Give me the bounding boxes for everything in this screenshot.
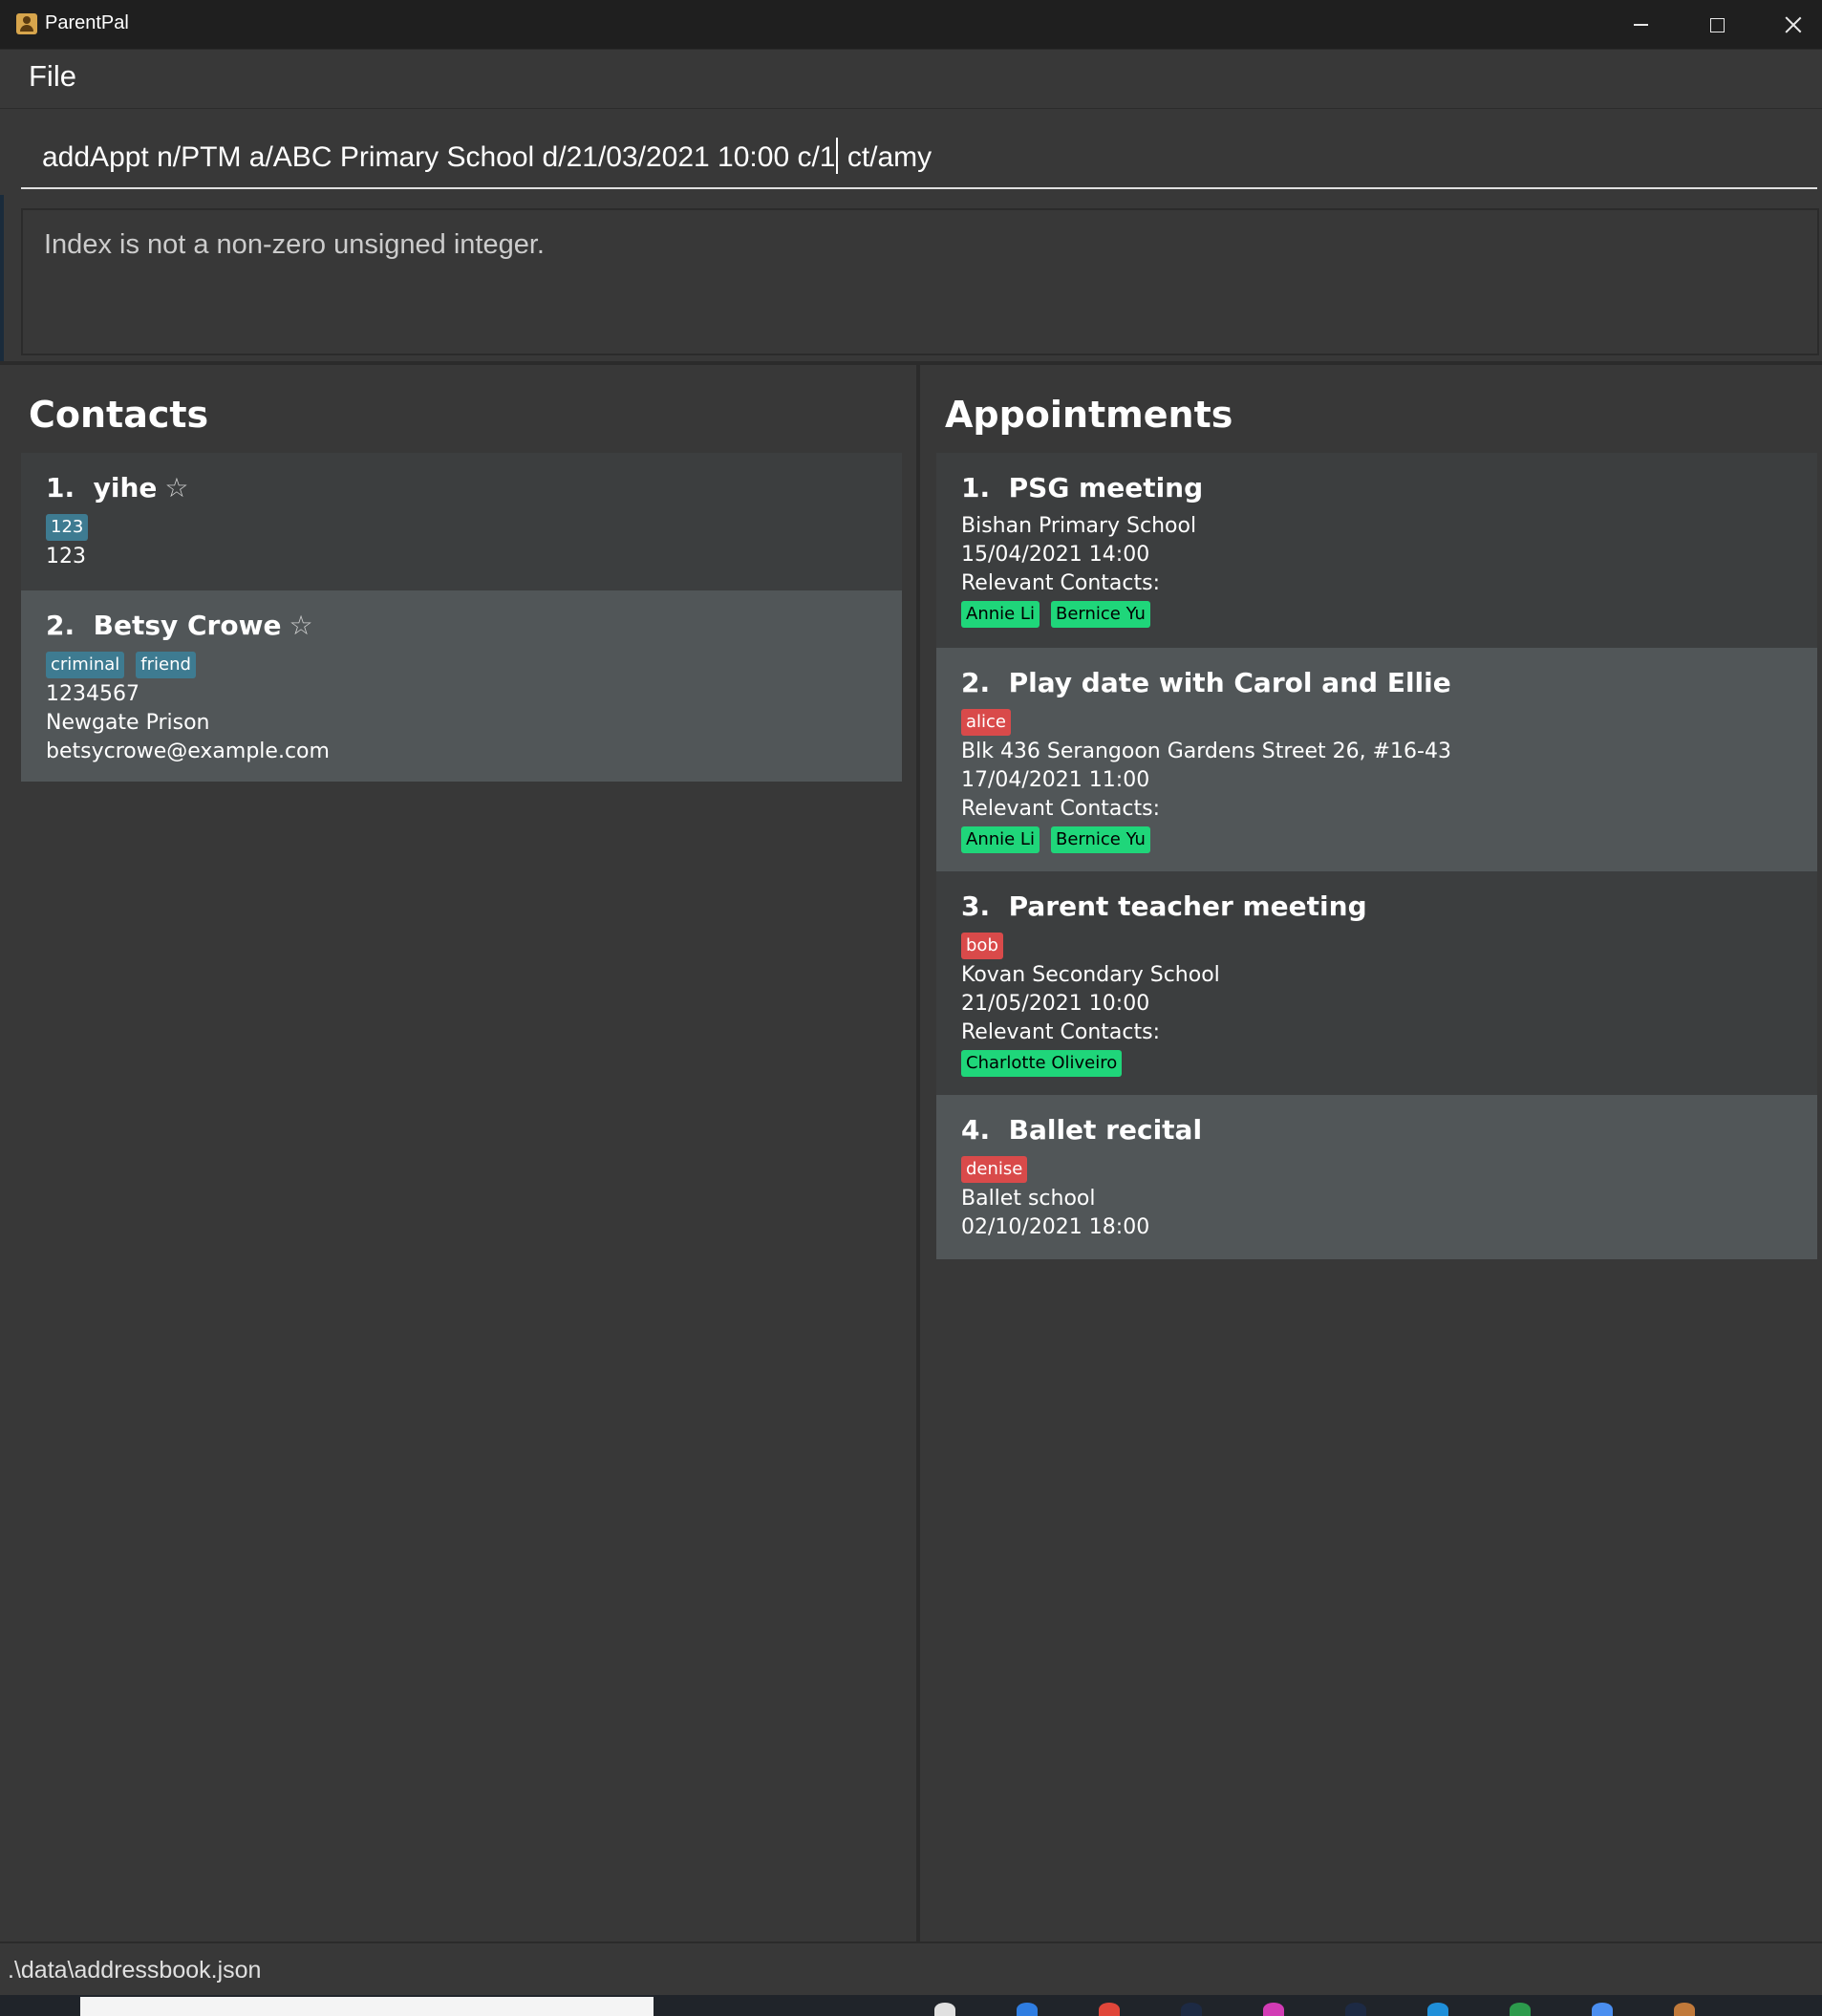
contact-tags: 123 [46, 514, 89, 541]
appointment-name: 1. PSG meeting [961, 472, 1203, 504]
tag: alice [961, 709, 1012, 736]
window-title: ParentPal [45, 12, 129, 33]
taskbar-app-icon[interactable] [1674, 2003, 1695, 2016]
contact-chip: Annie Li [961, 826, 1040, 853]
appointment-name: 3. Parent teacher meeting [961, 890, 1367, 922]
appointment-index: 3. [961, 890, 991, 922]
appointment-datetime: 17/04/2021 11:00 [961, 768, 1150, 792]
contact-index: 2. [46, 610, 75, 641]
appointment-name-text: Ballet recital [1008, 1114, 1203, 1146]
appointment-address: Ballet school [961, 1187, 1096, 1211]
close-button[interactable] [1755, 0, 1822, 50]
tag: friend [136, 652, 196, 678]
appointment-datetime: 15/04/2021 14:00 [961, 543, 1150, 567]
taskbar-app-icon[interactable] [1592, 2003, 1613, 2016]
contact-email: betsycrowe@example.com [46, 740, 330, 763]
relevant-contacts: Charlotte Oliveiro [961, 1050, 1123, 1077]
relevant-contacts-label: Relevant Contacts: [961, 571, 1161, 595]
contact-chip: Bernice Yu [1050, 826, 1150, 853]
contact-name-text: yihe [93, 472, 158, 504]
contact-address: Newgate Prison [46, 711, 210, 735]
contact-phone: 1234567 [46, 682, 139, 706]
command-text-before-cursor: addAppt n/PTM a/ABC Primary School d/21/… [42, 141, 836, 173]
command-text-after-cursor: ct/amy [839, 141, 932, 173]
contact-name: 2. Betsy Crowe ☆ [46, 610, 313, 641]
maximize-button[interactable] [1679, 0, 1755, 50]
contact-card[interactable]: 2. Betsy Crowe ☆ criminal friend 1234567 … [21, 590, 902, 782]
contact-card[interactable]: 1. yihe ☆ 123 123 [21, 453, 902, 590]
minimize-button[interactable] [1602, 0, 1679, 50]
result-box[interactable]: Index is not a non-zero unsigned integer… [21, 208, 1819, 355]
taskbar-app-icon[interactable] [1345, 2003, 1366, 2016]
taskbar-search-box[interactable] [80, 1997, 654, 2016]
relevant-contacts-label: Relevant Contacts: [961, 797, 1161, 821]
contact-index: 1. [46, 472, 75, 504]
command-input[interactable]: addAppt n/PTM a/ABC Primary School d/21/… [21, 117, 1817, 189]
contact-name: 1. yihe ☆ [46, 472, 189, 504]
contact-chip: Bernice Yu [1050, 601, 1150, 628]
appointment-tags: alice [961, 709, 1012, 736]
star-outline-icon[interactable]: ☆ [164, 472, 188, 504]
close-icon [1785, 16, 1802, 33]
appointment-address: Bishan Primary School [961, 514, 1197, 538]
appointment-tags: bob [961, 933, 1003, 959]
contact-chip: Charlotte Oliveiro [961, 1050, 1123, 1077]
taskbar-app-icon[interactable] [1181, 2003, 1202, 2016]
relevant-contacts: Annie Li Bernice Yu [961, 601, 1150, 628]
appointment-name: 4. Ballet recital [961, 1114, 1202, 1146]
appointment-name: 2. Play date with Carol and Ellie [961, 667, 1451, 698]
appointment-index: 2. [961, 667, 991, 698]
tag: bob [961, 933, 1003, 959]
taskbar-app-icon[interactable] [1510, 2003, 1531, 2016]
appointment-address: Kovan Secondary School [961, 963, 1220, 987]
taskbar-app-icon[interactable] [934, 2003, 955, 2016]
taskbar-app-icon[interactable] [1099, 2003, 1120, 2016]
appointment-datetime: 21/05/2021 10:00 [961, 992, 1150, 1016]
maximize-icon [1709, 17, 1725, 32]
menu-bar: File [0, 50, 1822, 109]
appointment-index: 1. [961, 472, 991, 504]
appointment-address: Blk 436 Serangoon Gardens Street 26, #16… [961, 740, 1451, 763]
contact-book-icon [16, 13, 37, 34]
appointments-panel: Appointments 1. PSG meeting Bishan Prima… [920, 365, 1822, 1941]
appointment-tags: denise [961, 1156, 1028, 1183]
tag: denise [961, 1156, 1028, 1183]
appointment-card[interactable]: 4. Ballet recital denise Ballet school 0… [936, 1095, 1817, 1259]
status-bar: .\data\addressbook.json [0, 1941, 1822, 1995]
taskbar-app-icon[interactable] [1263, 2003, 1284, 2016]
appointment-datetime: 02/10/2021 18:00 [961, 1215, 1150, 1239]
star-outline-icon[interactable]: ☆ [289, 610, 312, 641]
appointment-card[interactable]: 2. Play date with Carol and Ellie alice … [936, 648, 1817, 871]
data-file-path: .\data\addressbook.json [8, 1957, 262, 1984]
os-taskbar [0, 1995, 1822, 2016]
relevant-contacts: Annie Li Bernice Yu [961, 826, 1150, 853]
relevant-contacts-label: Relevant Contacts: [961, 1020, 1161, 1044]
taskbar-app-icon[interactable] [1427, 2003, 1448, 2016]
appointment-name-text: Parent teacher meeting [1008, 890, 1367, 922]
contact-phone: 123 [46, 545, 86, 568]
contact-tags: criminal friend [46, 652, 196, 678]
tag: 123 [46, 514, 89, 541]
appointment-card[interactable]: 3. Parent teacher meeting bob Kovan Seco… [936, 871, 1817, 1095]
appointment-index: 4. [961, 1114, 991, 1146]
tag: criminal [46, 652, 125, 678]
appointments-title: Appointments [945, 394, 1233, 436]
appointment-name-text: PSG meeting [1008, 472, 1204, 504]
menu-file[interactable]: File [29, 59, 76, 94]
appointment-name-text: Play date with Carol and Ellie [1008, 667, 1451, 698]
contact-name-text: Betsy Crowe [93, 610, 282, 641]
title-bar: ParentPal [0, 0, 1822, 50]
taskbar-app-icon[interactable] [1017, 2003, 1038, 2016]
contacts-title: Contacts [29, 394, 209, 436]
minimize-icon [1633, 24, 1648, 26]
result-display: Index is not a non-zero unsigned integer… [0, 195, 1822, 363]
contact-chip: Annie Li [961, 601, 1040, 628]
contacts-panel: Contacts 1. yihe ☆ 123 123 2. Betsy Crowe… [0, 365, 917, 1941]
appointment-card[interactable]: 1. PSG meeting Bishan Primary School 15/… [936, 453, 1817, 648]
command-box: addAppt n/PTM a/ABC Primary School d/21/… [0, 109, 1822, 195]
result-message: Index is not a non-zero unsigned integer… [44, 229, 545, 260]
